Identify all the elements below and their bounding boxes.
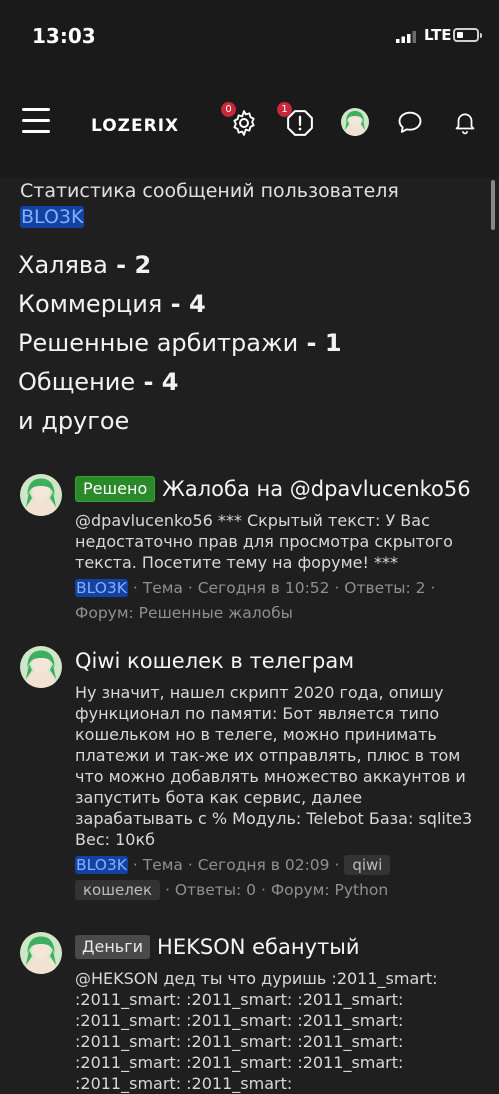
site-logo[interactable]: LOZERIX: [91, 116, 179, 136]
stat-line: и другое: [18, 407, 129, 435]
chat-bubble-icon: [398, 111, 422, 133]
status-bar: 13:03 LTE: [0, 0, 499, 72]
thread-title-text[interactable]: Жалоба на @dpavlucenko56: [162, 477, 470, 501]
author-link[interactable]: BLO3K: [75, 579, 128, 597]
top-navbar: LOZERIX 0 1: [0, 72, 499, 178]
avatar[interactable]: [20, 474, 62, 516]
alerts-badge: 1: [277, 102, 292, 117]
username-link[interactable]: BLO3K: [20, 206, 85, 228]
stat-label: Халява: [18, 251, 108, 279]
thread-title[interactable]: Qiwi кошелек в телеграм: [75, 646, 475, 676]
status-time: 13:03: [32, 24, 96, 48]
avatar[interactable]: [20, 646, 62, 688]
stat-sep: -: [162, 290, 189, 318]
stat-line: Коммерция - 4: [18, 290, 206, 318]
network-type: LTE: [424, 26, 452, 44]
messages-button[interactable]: [396, 108, 426, 138]
stat-sep: -: [298, 329, 325, 357]
thread-meta: BLO3K · Тема · Сегодня в 10:52 · Ответы:…: [75, 576, 475, 626]
stat-label: Решенные арбитражи: [18, 329, 299, 357]
thread-meta: BLO3K · Тема · Сегодня в 02:09 · qiwi ко…: [75, 853, 475, 903]
thread-title-text[interactable]: Qiwi кошелек в телеграм: [75, 649, 354, 673]
settings-badge: 0: [221, 102, 236, 117]
prefix-label[interactable]: Деньги: [75, 935, 151, 959]
stat-label: и другое: [18, 407, 130, 435]
thread-snippet: @HEKSON дед ты что дуришь :2011_smart: :…: [75, 969, 438, 1093]
menu-icon[interactable]: [22, 108, 50, 133]
stat-label: Общение: [18, 368, 136, 396]
stat-line: Халява - 2: [18, 251, 151, 279]
prefix-label[interactable]: Решено: [75, 476, 156, 502]
tag[interactable]: qiwi: [344, 855, 391, 875]
thread-title-text[interactable]: HEKSON ебанутый: [157, 935, 359, 959]
signal-icon: [396, 31, 416, 43]
avatar[interactable]: [20, 932, 62, 974]
thread-title[interactable]: Деньги HEKSON ебанутый: [75, 932, 475, 962]
bell-icon: [455, 113, 475, 135]
meta-text: · Тема · Сегодня в 02:09 ·: [127, 856, 345, 874]
stats-username[interactable]: BLO3K: [20, 206, 85, 228]
tag[interactable]: кошелек: [75, 880, 161, 900]
stat-value: 4: [161, 368, 179, 396]
meta-text: · Ответы: 0 · Форум: Python: [160, 881, 389, 899]
stat-line: Общение - 4: [18, 368, 179, 396]
alerts-button[interactable]: 1: [277, 102, 315, 138]
settings-button[interactable]: 0: [221, 102, 259, 138]
battery-icon: [453, 28, 482, 42]
avatar[interactable]: [341, 108, 369, 136]
thread-title[interactable]: Решено Жалоба на @dpavlucenko56: [75, 474, 475, 504]
scrollbar[interactable]: [491, 180, 495, 230]
thread-snippet: @dpavlucenko56 *** Скрытый текст: У Вас …: [75, 511, 453, 572]
stat-value: 1: [324, 329, 342, 357]
stat-label: Коммерция: [18, 290, 163, 318]
stat-value: 4: [188, 290, 206, 318]
thread-snippet: Ну значит, нашел скрипт 2020 года, опишу…: [75, 683, 473, 849]
stat-line: Решенные арбитражи - 1: [18, 329, 342, 357]
stat-value: 2: [134, 251, 152, 279]
stat-sep: -: [135, 368, 162, 396]
meta-text: · Тема · Сегодня в 10:52 · Ответы: 2 ·: [127, 579, 436, 597]
author-link[interactable]: BLO3K: [75, 856, 128, 874]
stat-sep: -: [107, 251, 135, 279]
notifications-button[interactable]: [452, 108, 482, 138]
stats-title: Статистика сообщений пользователя: [20, 180, 399, 202]
forum-link[interactable]: Форум: Решенные жалобы: [75, 604, 293, 622]
